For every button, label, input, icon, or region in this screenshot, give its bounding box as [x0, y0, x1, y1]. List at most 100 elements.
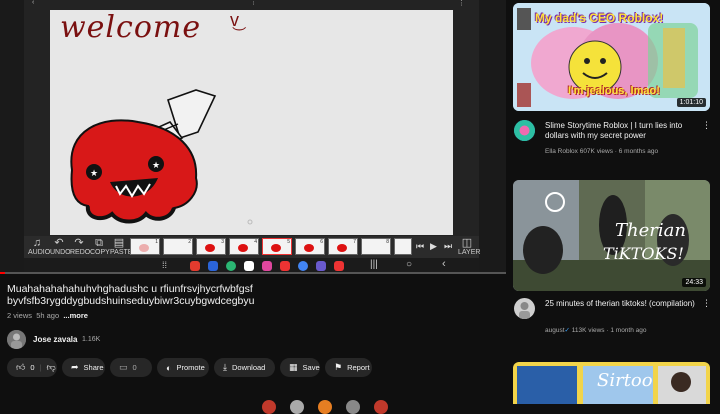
promote-label: Promote [176, 363, 205, 372]
more-options-icon[interactable]: ⋮ [702, 298, 711, 309]
layer-button[interactable]: ◫ LAYER [458, 237, 480, 257]
rec-views: 113K views [571, 327, 605, 334]
frame-thumb[interactable]: 4 [229, 238, 259, 255]
app-icon-white[interactable] [244, 261, 254, 271]
save-button[interactable]: ▦ Save [280, 358, 320, 377]
recommendation-thumbnail[interactable]: My dad's CEO Roblox! I'm jealous, lmao! … [513, 3, 710, 111]
frame-thumb[interactable]: 6 [295, 238, 325, 255]
frame-thumb[interactable]: 8 [361, 238, 391, 255]
report-label: Report [347, 363, 370, 372]
channel-avatar[interactable] [514, 120, 535, 141]
app-icon-green[interactable] [226, 261, 236, 271]
last-frame-icon[interactable]: ⏭ [444, 241, 452, 252]
avatar-image [7, 330, 26, 349]
like-dislike-group: 👍︎ 0 | 👎︎ [7, 358, 57, 377]
save-icon: ▦ [289, 362, 298, 372]
copy-icon: ⧉ [95, 237, 103, 249]
paste-icon: ▤ [113, 237, 125, 249]
tablet-status-bar: ‹ ⋮ ⋮ [30, 0, 475, 9]
copy-button[interactable]: ⧉ COPY [90, 237, 110, 257]
frame-thumb-selected[interactable]: 5 [262, 238, 292, 255]
first-frame-icon[interactable]: ⏮ [416, 241, 424, 252]
frame-thumb[interactable]: 7 [328, 238, 358, 255]
rec-age: 1 month ago [610, 327, 647, 334]
redo-button[interactable]: ↷ REDO [70, 237, 90, 257]
undo-button[interactable]: ↶ UNDO [50, 237, 71, 257]
canvas-doodle-mark: v͜ [230, 10, 239, 30]
save-count-button[interactable]: ▭ 0 [110, 358, 152, 377]
view-count: 2 views [7, 311, 33, 320]
frame-number: 5 [287, 239, 290, 245]
more-options-icon[interactable]: ⋮ [702, 120, 711, 131]
rec-views: 607K views [579, 148, 613, 155]
video-progress-bar[interactable] [0, 272, 506, 274]
partial-chip [262, 400, 276, 414]
recommendation-thumbnail[interactable]: Therian TiKTOKS! 24:33 [513, 180, 710, 291]
promote-icon: ◐ [166, 362, 172, 373]
back-icon[interactable]: ‹ [442, 258, 446, 270]
layer-icon: ◫ [461, 237, 473, 249]
app-icon-purple[interactable] [316, 261, 326, 271]
more-link[interactable]: ...more [63, 311, 88, 320]
frame-thumb[interactable]: 2 [163, 238, 193, 255]
audio-icon: ♫ [32, 237, 42, 249]
like-icon[interactable]: 👍︎ [16, 362, 25, 373]
thumbnail-text-1: Therian [615, 220, 686, 241]
app-icon-red[interactable] [190, 261, 200, 271]
redo-icon: ↷ [74, 237, 84, 249]
meta-separator: · [606, 327, 609, 334]
share-label: Share [83, 363, 104, 372]
frame-number: 8 [386, 239, 389, 245]
avatar-image [514, 298, 535, 319]
paste-button[interactable]: ▤ PASTE [110, 237, 132, 257]
add-frame-button[interactable] [394, 238, 412, 255]
app-icon-pink[interactable] [262, 261, 272, 271]
flag-icon: ⚑ [334, 362, 343, 372]
channel-avatar[interactable] [514, 298, 535, 319]
frame-thumb[interactable]: 1 [130, 238, 160, 255]
frame-number: 7 [353, 239, 356, 245]
channel-name[interactable]: Jose zavala [33, 335, 77, 344]
bookmark-icon: ▭ [119, 362, 128, 372]
report-button[interactable]: ⚑ Report [325, 358, 372, 377]
meta-separator: · [614, 148, 617, 155]
app-icon-youtube[interactable] [280, 261, 290, 271]
avatar-image [514, 120, 535, 141]
rec-channel[interactable]: Ella Roblox [545, 148, 578, 155]
app-icon-chrome[interactable] [298, 261, 308, 271]
audio-button[interactable]: ♫ AUDIO [28, 237, 50, 257]
play-icon[interactable]: ▶ [430, 241, 437, 252]
audio-label: AUDIO [28, 249, 51, 256]
rec-channel[interactable]: august [545, 327, 565, 334]
duration-badge: 24:33 [682, 278, 706, 287]
layer-label: LAYER [458, 249, 481, 256]
video-player[interactable]: ‹ ⋮ ⋮ ★ ★ welcome v͜ ♫ AUDIO ↶ UNDO ↷ RE… [0, 0, 506, 274]
save-label: Save [302, 363, 320, 372]
pill-divider: | [39, 363, 42, 372]
save-count: 0 [132, 363, 137, 372]
tablet-menu-icon: ⋮ [250, 0, 257, 6]
recommendation-meta: august✓ 113K views · 1 month ago [545, 326, 647, 334]
thumbnail-bottom-text: I'm jealous, lmao! [568, 85, 660, 97]
promote-button[interactable]: ◐ Promote [157, 358, 209, 377]
recommendation-meta: Ella Roblox 607K views · 6 months ago [545, 148, 658, 155]
recents-icon[interactable]: ||| [370, 259, 378, 270]
channel-avatar[interactable] [7, 330, 26, 349]
download-button[interactable]: ⤓ Download [214, 358, 275, 377]
home-icon[interactable]: ○ [406, 259, 412, 270]
apps-grid-icon[interactable]: ⁞⁞ [162, 260, 167, 270]
frame-number: 2 [188, 239, 191, 245]
app-icon-blue[interactable] [208, 261, 218, 271]
recommendation-title[interactable]: Slime Storytime Roblox | I turn lies int… [545, 121, 705, 141]
dislike-icon[interactable]: 👎︎ [47, 362, 56, 373]
video-meta[interactable]: 2 views 5h ago ...more [7, 311, 88, 320]
share-button[interactable]: ➦ Share [62, 358, 105, 377]
verified-icon: ✓ [564, 327, 570, 334]
recommendation-thumbnail[interactable]: Sirtoo [513, 362, 710, 404]
frame-thumb[interactable]: 3 [196, 238, 226, 255]
undo-icon: ↶ [54, 237, 64, 249]
app-icon-red-2[interactable] [334, 261, 344, 271]
thumbnail-text-2: TiKTOKS! [603, 244, 684, 263]
video-progress-fill [0, 272, 6, 274]
recommendation-title[interactable]: 25 minutes of therian tiktoks! (compilat… [545, 299, 705, 309]
